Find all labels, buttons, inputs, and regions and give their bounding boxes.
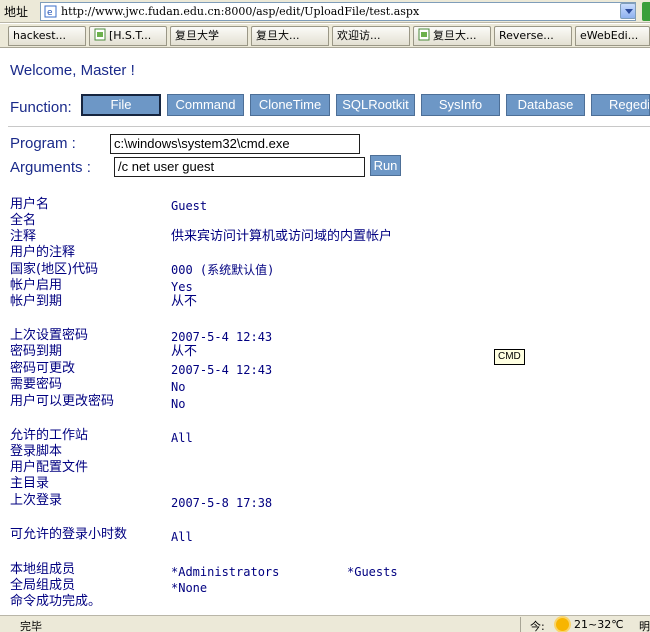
output-label: 命令成功完成。	[10, 594, 102, 609]
output-value: 2007-5-8 17:38	[171, 496, 273, 510]
address-input[interactable]: e http://www.jwc.fudan.edu.cn:8000/asp/e…	[40, 2, 636, 21]
tab[interactable]: 复旦大...	[251, 26, 329, 46]
go-button[interactable]	[642, 2, 650, 21]
output-label: 上次设置密码	[10, 328, 89, 343]
output-value: 从不	[171, 294, 198, 309]
tab-label: 复旦大学	[175, 29, 219, 42]
tab-label: hackest...	[13, 29, 67, 42]
output-value: 从不	[171, 344, 198, 359]
output-value: 2007-5-4 12:43	[171, 363, 273, 377]
command-button[interactable]: Command	[167, 94, 244, 116]
program-input[interactable]: c:\windows\system32\cmd.exe	[110, 134, 360, 154]
output-value-secondary: *Guests	[347, 565, 398, 579]
tab-label: 欢迎访...	[337, 29, 381, 42]
output-value: All	[171, 431, 193, 445]
output-label: 需要密码	[10, 377, 63, 392]
output-value: All	[171, 530, 193, 544]
weather-temperature: 21~32℃	[574, 618, 624, 631]
divider	[8, 126, 650, 127]
page-icon	[418, 28, 430, 41]
svg-text:e: e	[47, 8, 53, 18]
output-value: 000 (系统默认值)	[171, 263, 275, 277]
output-value: 供来宾访问计算机或访问域的内置帐户	[171, 229, 393, 244]
sysinfo-button[interactable]: SysInfo	[421, 94, 500, 116]
output-value: No	[171, 397, 186, 411]
address-url: http://www.jwc.fudan.edu.cn:8000/asp/edi…	[61, 5, 420, 18]
output-value: No	[171, 380, 186, 394]
output-label: 本地组成员	[10, 562, 76, 577]
output-label: 帐户到期	[10, 294, 63, 309]
tab[interactable]: eWebEdi...	[575, 26, 650, 46]
function-label: Function:	[10, 99, 72, 116]
arguments-label: Arguments :	[10, 159, 91, 176]
page-content: Welcome, Master ! Function: File Command…	[0, 49, 650, 615]
tab[interactable]: [H.S.T...	[89, 26, 167, 46]
tab-label: eWebEdi...	[580, 29, 639, 42]
output-label: 用户的注释	[10, 245, 76, 260]
output-value: Guest	[171, 199, 208, 213]
output-value: Yes	[171, 280, 193, 294]
database-button[interactable]: Database	[506, 94, 585, 116]
output-label: 国家(地区)代码	[10, 262, 99, 277]
weather-label: 今:	[530, 620, 545, 632]
tab[interactable]: 欢迎访...	[332, 26, 410, 46]
tab-label: [H.S.T...	[109, 29, 152, 42]
output-label: 可允许的登录小时数	[10, 527, 128, 542]
output-value: *None	[171, 581, 208, 595]
tooltip: CMD	[494, 349, 525, 365]
address-bar: 地址 e http://www.jwc.fudan.edu.cn:8000/as…	[0, 0, 650, 23]
status-separator	[520, 617, 521, 632]
address-dropdown-icon[interactable]	[620, 3, 636, 19]
status-text: 完毕	[20, 620, 42, 632]
tab[interactable]: 复旦大...	[413, 26, 491, 46]
tab-label: 复旦大...	[433, 29, 477, 42]
regedit-button[interactable]: Regedit	[591, 94, 650, 116]
output-label: 全局组成员	[10, 578, 76, 593]
file-button[interactable]: File	[81, 94, 161, 116]
status-bar: 完毕 今: 21~32℃ 明	[0, 615, 650, 632]
sun-icon	[556, 618, 569, 631]
tab[interactable]: 复旦大学	[170, 26, 248, 46]
welcome-text: Welcome, Master !	[10, 62, 135, 79]
output-label: 允许的工作站	[10, 428, 89, 443]
output-label: 帐户启用	[10, 278, 63, 293]
tabs-bar: hackest... [H.S.T... 复旦大学 复旦大... 欢迎访... …	[0, 24, 650, 48]
output-label: 上次登录	[10, 493, 63, 508]
clonetime-button[interactable]: CloneTime	[250, 94, 330, 116]
output-value: *Administrators	[171, 565, 280, 579]
output-label: 用户名	[10, 197, 50, 212]
tab-label: Reverse...	[499, 29, 554, 42]
arguments-input[interactable]: /c net user guest	[114, 157, 365, 177]
tab-label: 复旦大...	[256, 29, 300, 42]
page-icon	[94, 28, 106, 41]
output-label: 用户配置文件	[10, 460, 89, 475]
output-label: 注释	[10, 229, 37, 244]
tab[interactable]: hackest...	[8, 26, 86, 46]
output-value: 2007-5-4 12:43	[171, 330, 273, 344]
output-label: 登录脚本	[10, 444, 63, 459]
output-label: 密码可更改	[10, 361, 76, 376]
ie-page-icon: e	[44, 5, 57, 18]
weather-tomorrow: 明	[639, 620, 650, 632]
output-label: 主目录	[10, 476, 50, 491]
output-label: 用户可以更改密码	[10, 394, 115, 409]
output-label: 密码到期	[10, 344, 63, 359]
program-label: Program :	[10, 135, 76, 152]
sqlrootkit-button[interactable]: SQLRootkit	[336, 94, 415, 116]
tab[interactable]: Reverse...	[494, 26, 572, 46]
address-label: 地址	[4, 5, 29, 19]
output-label: 全名	[10, 213, 37, 228]
run-button[interactable]: Run	[370, 155, 401, 176]
